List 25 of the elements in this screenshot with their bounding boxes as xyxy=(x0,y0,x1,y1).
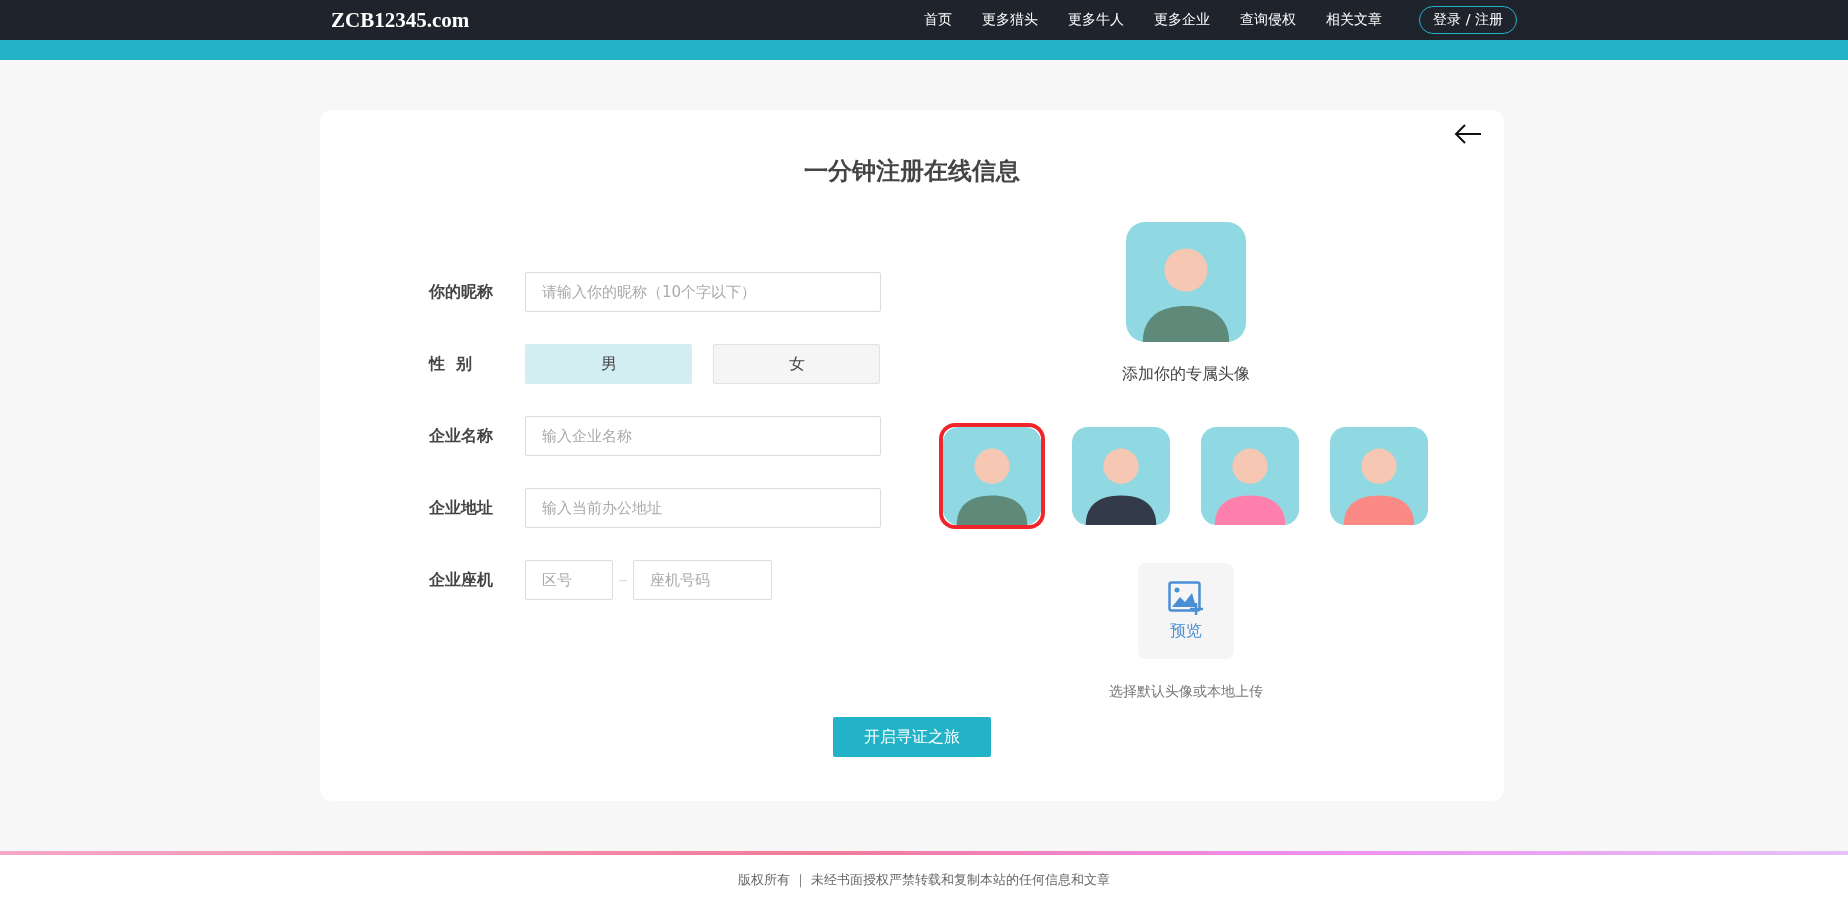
field-label: 企业地址 xyxy=(429,497,494,519)
nav-link[interactable]: 更多猎头 xyxy=(967,11,1054,29)
company-address-input[interactable]: 输入当前办公地址 xyxy=(525,488,881,528)
company-name-input[interactable]: 输入企业名称 xyxy=(525,416,881,456)
field-label: 你的昵称 xyxy=(429,281,494,303)
gender-option[interactable]: 女 xyxy=(713,344,880,384)
field-label: 企业座机 xyxy=(429,569,494,591)
field-label: 企业名称 xyxy=(429,425,494,447)
phone-number-input[interactable]: 座机号码 xyxy=(633,560,772,600)
field-label: 性 别 xyxy=(429,353,474,375)
image-add-icon xyxy=(1167,580,1204,615)
footer-text: 版权所有 ｜ 未经书面授权严禁转载和复制本站的任何信息和文章 xyxy=(737,871,1111,889)
avatar-caption: 添加你的专属头像 xyxy=(1121,364,1250,385)
back-arrow-icon[interactable] xyxy=(1454,124,1482,144)
gender-option[interactable]: 男 xyxy=(525,344,692,384)
nav-link[interactable]: 查询侵权 xyxy=(1225,11,1312,29)
upload-hint: 选择默认头像或本地上传 xyxy=(1108,683,1263,701)
nav-link[interactable]: 相关文章 xyxy=(1311,11,1398,29)
nickname-input[interactable]: 请输入你的昵称（10个字以下） xyxy=(525,272,881,312)
nav-link[interactable]: 首页 xyxy=(909,11,968,29)
form-title: 一分钟注册在线信息 xyxy=(803,156,1021,187)
site-logo[interactable]: ZCB12345.com xyxy=(331,7,470,33)
area-code-input[interactable]: 区号 xyxy=(525,560,613,600)
nav-link[interactable]: 更多牛人 xyxy=(1053,11,1140,29)
nav-link[interactable]: 更多企业 xyxy=(1139,11,1226,29)
